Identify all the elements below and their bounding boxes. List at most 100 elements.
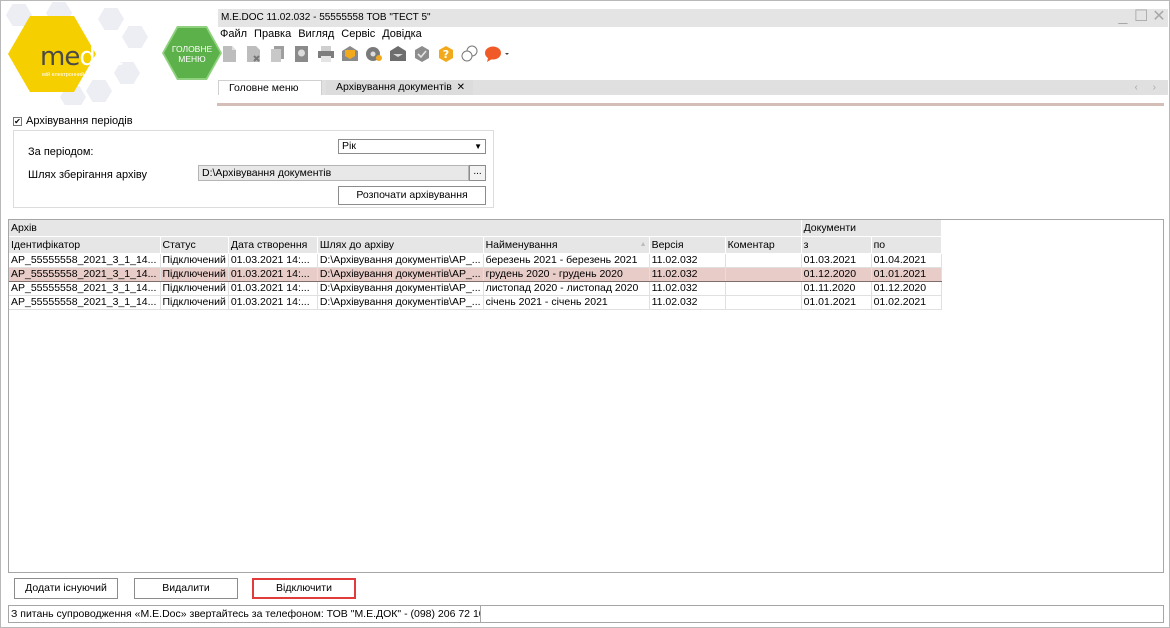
table-row-selected[interactable]: AP_55555558_2021_3_1_14... Підключений 0…: [9, 267, 942, 282]
cell-status: Підключений: [160, 295, 229, 310]
cell-status: Підключений: [160, 281, 229, 296]
menu-bar: Файл Правка Вигляд Сервіс Довідка: [220, 28, 422, 40]
decor-hex: [98, 8, 124, 30]
column-header-status[interactable]: Статус: [160, 236, 229, 254]
copy-document-icon[interactable]: [268, 44, 287, 63]
menu-edit[interactable]: Правка: [254, 28, 291, 40]
chevron-down-icon: ▼: [474, 142, 482, 151]
cell-from: 01.01.2021: [801, 295, 872, 310]
group-header-archive: Архів: [9, 220, 802, 237]
group-header-documents: Документи: [801, 220, 942, 237]
header-divider: [217, 103, 1164, 106]
print-icon[interactable]: [316, 44, 335, 63]
column-header-path[interactable]: Шлях до архіву: [317, 236, 484, 254]
cell-path: D:\Архівування документів\AP_...: [317, 295, 484, 310]
header: medoc мій електронний документ ГОЛОВНЕ МЕ…: [2, 2, 1168, 105]
cell-comment: [725, 281, 802, 296]
cell-id: AP_55555558_2021_3_1_14...: [9, 253, 161, 268]
table-row[interactable]: AP_55555558_2021_3_1_14... Підключений 0…: [9, 295, 942, 310]
cell-id: AP_55555558_2021_3_1_14...: [9, 295, 161, 310]
period-select[interactable]: Рік ▼: [338, 139, 486, 154]
cell-path: D:\Архівування документів\AP_...: [317, 267, 484, 282]
column-header-version[interactable]: Версія: [649, 236, 726, 254]
toolbar: ?: [220, 44, 510, 63]
create-document-icon[interactable]: [220, 44, 239, 63]
cell-status: Підключений: [160, 253, 229, 268]
column-header-to[interactable]: по: [871, 236, 942, 254]
column-header-comment[interactable]: Коментар: [725, 236, 802, 254]
cell-to: 01.02.2021: [871, 295, 942, 310]
archives-table: Архів Документи Ідентифікатор Статус Дат…: [8, 219, 1164, 573]
cell-comment: [725, 253, 802, 268]
cell-comment: [725, 295, 802, 310]
close-button[interactable]: ✕: [1152, 9, 1166, 27]
archive-periods-option: ✔ Архівування періодів: [13, 115, 133, 127]
menu-view[interactable]: Вигляд: [298, 28, 334, 40]
sort-indicator-icon: ▲: [639, 241, 647, 248]
column-header-id[interactable]: Ідентифікатор: [9, 236, 161, 254]
menu-service[interactable]: Сервіс: [341, 28, 375, 40]
receive-mail-icon[interactable]: [388, 44, 407, 63]
column-header-created[interactable]: Дата створення: [228, 236, 318, 254]
cell-version: 11.02.032: [649, 267, 726, 282]
cell-to: 01.01.2021: [871, 267, 942, 282]
archive-path-field[interactable]: D:\Архівування документів: [198, 165, 469, 181]
table-row[interactable]: AP_55555558_2021_3_1_14... Підключений 0…: [9, 281, 942, 296]
cell-version: 11.02.032: [649, 295, 726, 310]
start-archiving-button[interactable]: Розпочати архівування: [338, 186, 486, 205]
delete-button[interactable]: Видалити: [134, 578, 238, 599]
add-existing-button[interactable]: Додати існуючий: [14, 578, 118, 599]
cell-created: 01.03.2021 14:...: [228, 253, 318, 268]
chat-bubbles-icon[interactable]: [460, 44, 479, 63]
browse-button[interactable]: ...: [469, 165, 486, 181]
feedback-bubble-icon[interactable]: [484, 44, 510, 63]
cell-name: березень 2021 - березень 2021: [483, 253, 650, 268]
title-bar: M.E.DOC 11.02.032 - 55555558 ТОВ "ТЕСТ 5…: [218, 9, 1168, 27]
archive-periods-checkbox[interactable]: ✔: [13, 116, 22, 126]
tab-scroll-arrows[interactable]: ‹ ›: [1135, 80, 1162, 95]
column-header-name[interactable]: Найменування ▲: [483, 236, 650, 254]
cell-name: грудень 2020 - грудень 2020: [483, 267, 650, 282]
tab-main-menu[interactable]: Головне меню: [218, 80, 322, 95]
support-info-text: З питань супроводження «M.E.Doc» звертай…: [11, 606, 481, 622]
table-row[interactable]: AP_55555558_2021_3_1_14... Підключений 0…: [9, 253, 942, 268]
cell-to: 01.04.2021: [871, 253, 942, 268]
cell-created: 01.03.2021 14:...: [228, 295, 318, 310]
archive-path-label: Шлях зберігання архіву: [28, 169, 147, 181]
print-preview-icon[interactable]: [292, 44, 311, 63]
menu-help[interactable]: Довідка: [382, 28, 422, 40]
cell-id: AP_55555558_2021_3_1_14...: [9, 267, 161, 282]
decor-hex: [122, 26, 148, 48]
archive-settings-panel: За періодом: Рік ▼ Шлях зберігання архів…: [13, 130, 494, 208]
menu-file[interactable]: Файл: [220, 28, 247, 40]
cell-name: січень 2021 - січень 2021: [483, 295, 650, 310]
svg-text:?: ?: [442, 48, 448, 61]
cell-version: 11.02.032: [649, 253, 726, 268]
close-tab-icon[interactable]: ✕: [457, 80, 465, 95]
tab-archiving[interactable]: Архівування документів ✕: [326, 80, 473, 95]
minimize-button[interactable]: _: [1116, 9, 1130, 27]
delete-document-icon[interactable]: [244, 44, 263, 63]
cell-created: 01.03.2021 14:...: [228, 281, 318, 296]
window-title: M.E.DOC 11.02.032 - 55555558 ТОВ "ТЕСТ 5…: [221, 12, 431, 23]
logo-text: medoc: [40, 42, 124, 72]
cell-status: Підключений: [160, 267, 229, 282]
logo: medoc мій електронний документ: [2, 2, 162, 105]
cell-from: 01.03.2021: [801, 253, 872, 268]
cell-name: листопад 2020 - листопад 2020: [483, 281, 650, 296]
decor-hex: [86, 80, 112, 102]
archive-periods-label: Архівування періодів: [26, 115, 133, 127]
cell-path: D:\Архівування документів\AP_...: [317, 281, 484, 296]
cell-comment: [725, 267, 802, 282]
sign-shield-icon[interactable]: [412, 44, 431, 63]
disconnect-button[interactable]: Відключити: [252, 578, 356, 599]
column-header-from[interactable]: з: [801, 236, 872, 254]
help-icon[interactable]: ?: [436, 44, 455, 63]
cell-path: D:\Архівування документів\AP_...: [317, 253, 484, 268]
cell-version: 11.02.032: [649, 281, 726, 296]
maximize-button[interactable]: ☐: [1134, 9, 1148, 27]
settings-gear-icon[interactable]: [364, 44, 383, 63]
send-envelope-icon[interactable]: [340, 44, 359, 63]
status-bar: З питань супроводження «M.E.Doc» звертай…: [8, 605, 1164, 623]
cell-created: 01.03.2021 14:...: [228, 267, 318, 282]
